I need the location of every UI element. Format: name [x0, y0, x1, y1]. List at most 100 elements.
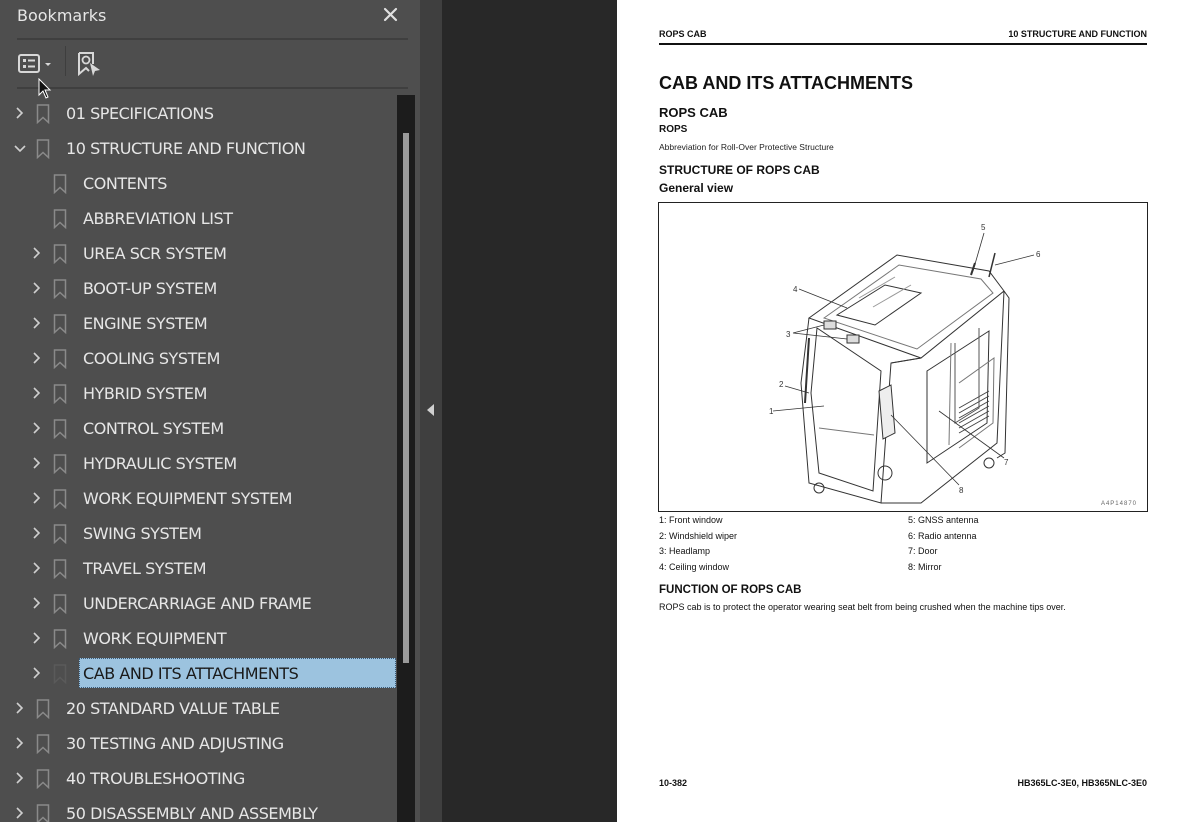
function-heading: FUNCTION OF ROPS CAB: [659, 584, 802, 596]
chevron-right-icon[interactable]: [30, 245, 44, 261]
bookmark-item[interactable]: 20 STANDARD VALUE TABLE: [0, 693, 396, 723]
bookmark-item[interactable]: UREA SCR SYSTEM: [0, 238, 396, 268]
term-definition: Abbreviation for Roll-Over Protective St…: [659, 142, 834, 152]
bookmark-item[interactable]: 01 SPECIFICATIONS: [0, 98, 396, 128]
bookmark-item[interactable]: BOOT-UP SYSTEM: [0, 273, 396, 303]
bookmark-icon: [53, 664, 67, 685]
bookmark-item[interactable]: ENGINE SYSTEM: [0, 308, 396, 338]
chevron-right-icon[interactable]: [13, 700, 27, 716]
bookmark-label: WORK EQUIPMENT: [83, 629, 227, 648]
chevron-right-icon[interactable]: [30, 455, 44, 471]
bookmark-label: CONTROL SYSTEM: [83, 419, 224, 438]
section-heading: ROPS CAB: [659, 105, 728, 120]
bookmark-item[interactable]: CONTROL SYSTEM: [0, 413, 396, 443]
bookmark-label: UNDERCARRIAGE AND FRAME: [83, 594, 312, 613]
callout-1: 1: [769, 407, 774, 416]
legend-item: 5: GNSS antenna: [908, 515, 979, 525]
bookmark-item[interactable]: ABBREVIATION LIST: [0, 203, 396, 233]
legend-item: 3: Headlamp: [659, 546, 711, 556]
page-title: CAB AND ITS ATTACHMENTS: [659, 73, 913, 93]
chevron-right-icon[interactable]: [30, 350, 44, 366]
bookmark-icon: [36, 734, 50, 755]
bookmark-icon: [53, 629, 67, 650]
scrollbar-thumb[interactable]: [403, 133, 409, 663]
callout-8: 8: [959, 486, 964, 495]
bookmark-item[interactable]: UNDERCARRIAGE AND FRAME: [0, 588, 396, 618]
chevron-right-icon[interactable]: [30, 385, 44, 401]
legend-item: 6: Radio antenna: [908, 531, 977, 541]
bookmark-icon: [36, 104, 50, 125]
callout-7: 7: [1004, 458, 1009, 467]
collapse-panel-button[interactable]: [420, 0, 442, 822]
chevron-right-icon[interactable]: [30, 490, 44, 506]
bookmark-item[interactable]: 50 DISASSEMBLY AND ASSEMBLY: [0, 798, 396, 822]
bookmark-item[interactable]: HYBRID SYSTEM: [0, 378, 396, 408]
legend-item: 8: Mirror: [908, 562, 942, 572]
header-divider: [17, 38, 408, 40]
bookmark-icon: [53, 489, 67, 510]
bookmark-item[interactable]: CAB AND ITS ATTACHMENTS: [0, 658, 396, 688]
chevron-right-icon[interactable]: [30, 665, 44, 681]
bookmark-icon: [53, 209, 67, 230]
bookmark-item[interactable]: 30 TESTING AND ADJUSTING: [0, 728, 396, 758]
toolbar-divider-bottom: [17, 87, 408, 89]
chevron-right-icon[interactable]: [30, 560, 44, 576]
bookmark-item[interactable]: COOLING SYSTEM: [0, 343, 396, 373]
bookmark-item[interactable]: SWING SYSTEM: [0, 518, 396, 548]
bookmark-icon: [36, 139, 50, 160]
chevron-right-icon[interactable]: [30, 525, 44, 541]
bookmark-label: 20 STANDARD VALUE TABLE: [66, 699, 280, 718]
general-view-heading: General view: [659, 181, 734, 195]
find-current-bookmark-button[interactable]: [76, 50, 102, 78]
chevron-right-icon[interactable]: [13, 805, 27, 821]
bookmarks-header: Bookmarks: [0, 0, 420, 38]
bookmark-icon: [53, 559, 67, 580]
bookmark-item[interactable]: WORK EQUIPMENT SYSTEM: [0, 483, 396, 513]
callout-3: 3: [786, 330, 791, 339]
callout-2: 2: [779, 380, 784, 389]
bookmark-label: 40 TROUBLESHOOTING: [66, 769, 245, 788]
list-options-icon: [17, 54, 57, 82]
chevron-right-icon[interactable]: [30, 595, 44, 611]
bookmark-item[interactable]: 10 STRUCTURE AND FUNCTION: [0, 133, 396, 163]
find-current-bookmark-icon: [76, 52, 102, 82]
model-number: HB365LC-3E0, HB365NLC-3E0: [1017, 778, 1147, 788]
chevron-right-icon[interactable]: [13, 770, 27, 786]
bookmark-label: 30 TESTING AND ADJUSTING: [66, 734, 284, 753]
toolbar-divider: [65, 46, 66, 76]
chevron-right-icon[interactable]: [30, 420, 44, 436]
running-header-right: 10 STRUCTURE AND FUNCTION: [1008, 29, 1147, 39]
chevron-left-icon: [427, 401, 435, 416]
bookmark-label: CONTENTS: [83, 174, 167, 193]
chevron-right-icon[interactable]: [13, 105, 27, 121]
bookmark-label: ABBREVIATION LIST: [83, 209, 233, 228]
structure-heading: STRUCTURE OF ROPS CAB: [659, 163, 820, 177]
chevron-right-icon[interactable]: [30, 315, 44, 331]
bookmark-label: 01 SPECIFICATIONS: [66, 104, 214, 123]
bookmark-label: TRAVEL SYSTEM: [83, 559, 207, 578]
bookmark-item[interactable]: TRAVEL SYSTEM: [0, 553, 396, 583]
bookmarks-toolbar: [0, 42, 420, 86]
bookmark-item[interactable]: HYDRAULIC SYSTEM: [0, 448, 396, 478]
options-menu-button[interactable]: [17, 50, 57, 78]
function-text: ROPS cab is to protect the operator wear…: [659, 602, 1066, 612]
bookmark-icon: [53, 524, 67, 545]
bookmark-label: CAB AND ITS ATTACHMENTS: [83, 664, 299, 683]
bookmark-item[interactable]: CONTENTS: [0, 168, 396, 198]
legend-item: 4: Ceiling window: [659, 562, 730, 572]
callout-4: 4: [793, 285, 798, 294]
close-icon[interactable]: [380, 4, 402, 26]
document-page: ROPS CAB 10 STRUCTURE AND FUNCTION CAB A…: [617, 0, 1200, 822]
bookmark-item[interactable]: 40 TROUBLESHOOTING: [0, 763, 396, 793]
bookmarks-scrollbar[interactable]: [397, 95, 415, 822]
bookmark-label: COOLING SYSTEM: [83, 349, 220, 368]
bookmark-label: HYDRAULIC SYSTEM: [83, 454, 237, 473]
chevron-right-icon[interactable]: [30, 630, 44, 646]
bookmark-icon: [53, 174, 67, 195]
chevron-right-icon[interactable]: [30, 280, 44, 296]
bookmark-item[interactable]: WORK EQUIPMENT: [0, 623, 396, 653]
bookmark-tree: 01 SPECIFICATIONS 10 STRUCTURE AND FUNCTI…: [0, 95, 396, 822]
chevron-down-icon[interactable]: [13, 140, 27, 156]
chevron-right-icon[interactable]: [13, 735, 27, 751]
callout-5: 5: [981, 223, 986, 232]
